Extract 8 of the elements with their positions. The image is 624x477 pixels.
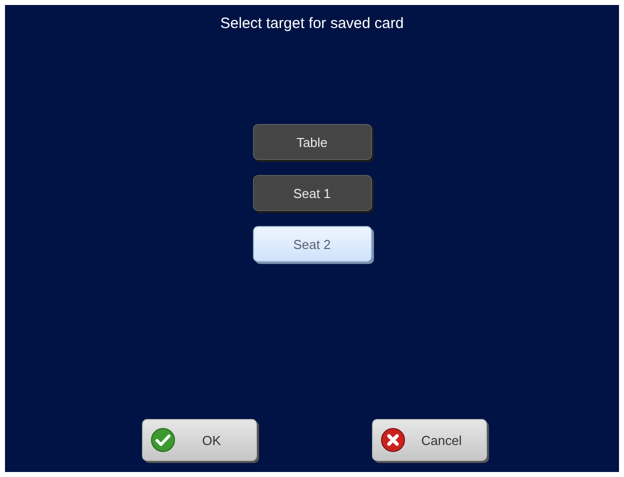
cancel-button[interactable]: Cancel [372,419,487,461]
ok-button[interactable]: OK [142,419,257,461]
dialog-title: Select target for saved card [220,15,404,34]
target-option[interactable]: Table [252,124,372,160]
close-icon [381,428,405,452]
target-option[interactable]: Seat 2 [252,226,372,262]
target-option[interactable]: Seat 1 [252,175,372,211]
checkmark-icon [151,428,175,452]
